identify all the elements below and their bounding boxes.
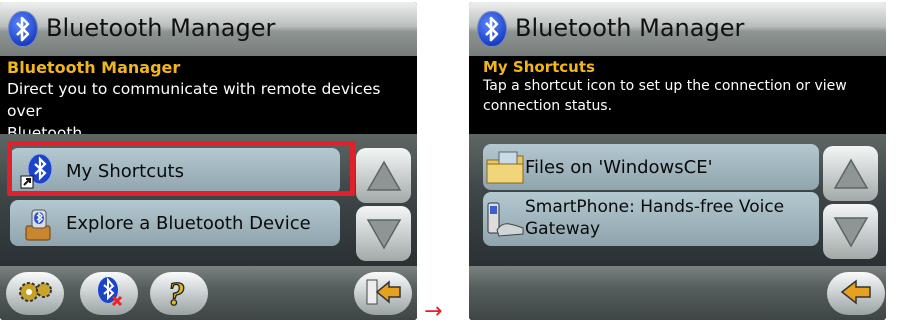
description-panel: Bluetooth Manager Direct you to communic… (7, 56, 409, 142)
folder-icon (485, 150, 525, 186)
list-item-files-windowsce[interactable]: Files on 'WindowsCE' (483, 144, 819, 190)
description-title: My Shortcuts (483, 58, 595, 76)
title-bar: Bluetooth Manager (0, 2, 417, 56)
smartphone-icon (485, 200, 525, 237)
description-line-1: Tap a shortcut icon to set up the connec… (483, 78, 847, 94)
my-shortcuts-screen: Bluetooth Manager My Shortcuts Tap a sho… (469, 2, 886, 320)
back-arrow-icon (363, 277, 403, 311)
title-bar: Bluetooth Manager (469, 2, 886, 56)
bottom-toolbar (469, 266, 886, 320)
svg-text:?: ? (168, 276, 185, 310)
bluetooth-toggle-button[interactable] (80, 272, 138, 315)
description-panel: My Shortcuts Tap a shortcut icon to set … (483, 56, 866, 134)
settings-button[interactable] (6, 272, 64, 315)
list-item-explore-device[interactable]: Explore a Bluetooth Device (10, 200, 340, 246)
help-button[interactable]: ? (150, 272, 208, 315)
list-item-smartphone-gateway[interactable]: SmartPhone: Hands-free Voice Gateway (483, 192, 819, 246)
transition-arrow: → (424, 299, 443, 324)
scroll-up-button[interactable] (823, 146, 878, 201)
scroll-up-button[interactable] (356, 148, 411, 203)
scroll-down-button[interactable] (823, 204, 878, 259)
help-icon: ? (164, 274, 194, 314)
back-button[interactable] (827, 272, 885, 315)
bluetooth-logo-icon (477, 11, 507, 47)
bluetooth-logo-icon (8, 11, 38, 47)
list-item-label-line-1: SmartPhone: Hands-free Voice (525, 197, 785, 217)
explore-device-icon (18, 206, 58, 242)
description-line-1: Direct you to communicate with remote de… (7, 80, 381, 120)
back-arrow-icon (836, 277, 876, 311)
list-item-label-line-2: Gateway (525, 219, 601, 239)
list-item-label: Files on 'WindowsCE' (525, 156, 713, 178)
back-button[interactable] (354, 272, 412, 315)
settings-gear-icon (15, 277, 55, 311)
description-line-2: connection status. (483, 98, 613, 114)
window-title: Bluetooth Manager (46, 14, 276, 42)
scroll-down-button[interactable] (356, 206, 411, 261)
description-title: Bluetooth Manager (7, 58, 181, 77)
bottom-toolbar: ? (0, 266, 417, 320)
shortcut-list: Files on 'WindowsCE' SmartPhone: Hands-f… (469, 134, 886, 266)
bluetooth-off-icon (94, 275, 124, 313)
list-item-text: SmartPhone: Hands-free Voice Gateway (525, 196, 784, 240)
list-item-label: Explore a Bluetooth Device (66, 212, 311, 234)
selection-highlight (7, 141, 355, 196)
window-title: Bluetooth Manager (515, 14, 745, 42)
